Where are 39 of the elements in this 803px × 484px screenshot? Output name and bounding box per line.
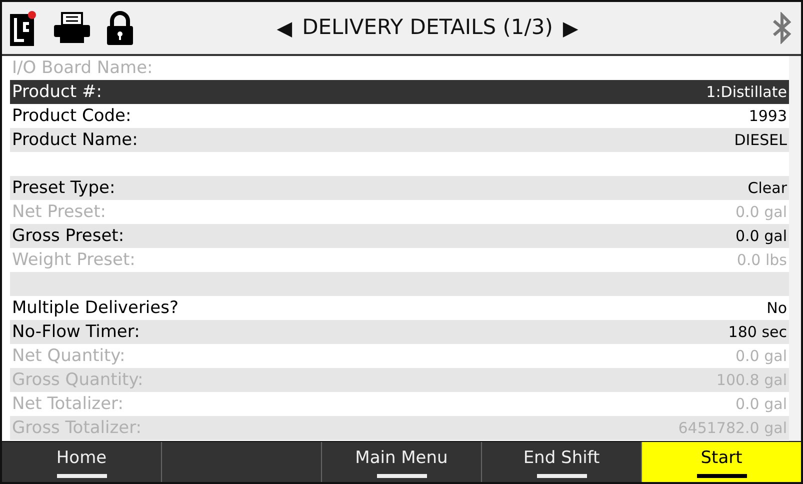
printer-icon[interactable] <box>54 12 90 44</box>
setting-row[interactable]: Product Code: 1993 <box>10 104 789 128</box>
setting-row[interactable]: Gross Preset: 0.0 gal <box>10 224 789 248</box>
setting-value: Clear <box>748 178 787 199</box>
lock-icon[interactable] <box>106 11 134 45</box>
setting-value: 0.0 gal <box>735 202 787 223</box>
softkey-button[interactable]: Start <box>642 442 801 482</box>
setting-label: Product #: <box>12 81 102 104</box>
setting-value: 1:Distillate <box>706 82 787 103</box>
setting-value: 0.0 gal <box>735 394 787 415</box>
setting-label: No-Flow Timer: <box>12 321 140 344</box>
logo-icon <box>10 10 38 46</box>
setting-label: Product Code: <box>12 105 132 128</box>
setting-value: No <box>766 298 787 319</box>
setting-row[interactable]: Product #: 1:Distillate <box>10 80 789 104</box>
setting-value: 0.0 gal <box>735 226 787 247</box>
setting-row[interactable]: Preset Type: Clear <box>10 176 789 200</box>
setting-value: DIESEL <box>734 130 787 151</box>
setting-label: Preset Type: <box>12 177 116 200</box>
setting-label: Weight Preset: <box>12 249 136 272</box>
setting-value: 1993 <box>748 106 787 127</box>
setting-row[interactable]: No-Flow Timer: 180 sec <box>10 320 789 344</box>
setting-label: Net Quantity: <box>12 345 126 368</box>
scrollbar[interactable] <box>789 56 801 441</box>
setting-row[interactable]: Product Name: DIESEL <box>10 128 789 152</box>
bluetooth-icon <box>771 12 793 44</box>
setting-value: 0.0 gal <box>735 346 787 367</box>
setting-row[interactable]: Multiple Deliveries? No <box>10 296 789 320</box>
next-page-button[interactable]: ▶ <box>552 13 588 43</box>
setting-label: Multiple Deliveries? <box>12 297 178 320</box>
setting-label: I/O Board Name: <box>12 57 153 80</box>
previous-page-button[interactable]: ◀ <box>266 13 302 43</box>
setting-value: 180 sec <box>728 322 787 343</box>
screen-title: DELIVERY DETAILS (1/3) <box>302 14 553 42</box>
setting-value: 0.0 lbs <box>736 250 787 271</box>
setting-label: Gross Preset: <box>12 225 124 248</box>
setting-label: Product Name: <box>12 129 138 152</box>
setting-label: Net Totalizer: <box>12 393 124 416</box>
setting-label: Net Preset: <box>12 201 106 224</box>
